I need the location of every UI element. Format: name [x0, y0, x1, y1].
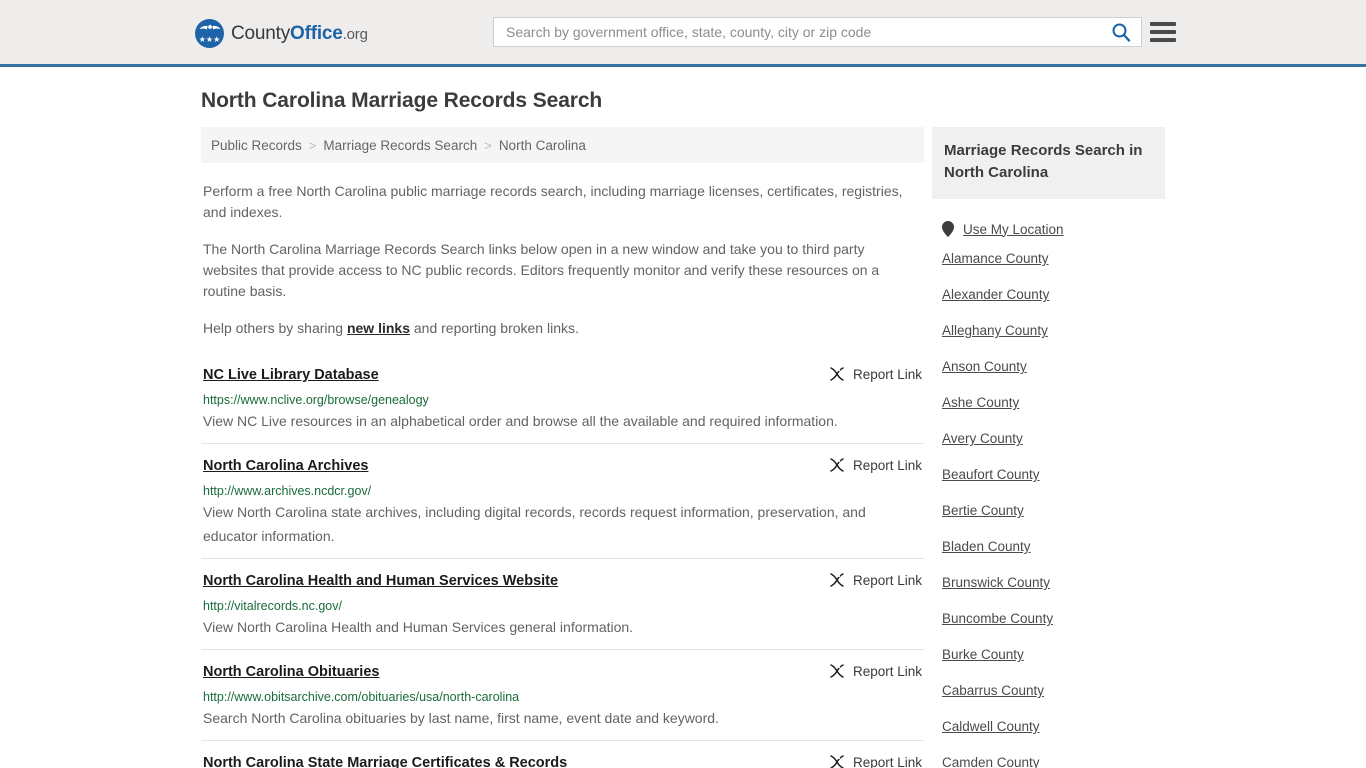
hamburger-menu-icon[interactable]	[1150, 21, 1176, 43]
content-wrapper: Public Records > Marriage Records Search…	[193, 127, 1173, 768]
brand-office-text: Office	[290, 22, 343, 44]
brand-wordmark: CountyOffice.org	[231, 23, 368, 45]
hamburger-bar	[1150, 38, 1176, 42]
hamburger-bar	[1150, 22, 1176, 26]
county-list: Alamance County Alexander County Allegha…	[932, 237, 1165, 768]
list-item: North Carolina State Marriage Certificat…	[201, 740, 924, 768]
resource-link-list: NC Live Library Database Report Link htt…	[201, 357, 924, 768]
list-item: North Carolina Health and Human Services…	[201, 558, 924, 649]
link-header: NC Live Library Database Report Link	[203, 365, 922, 385]
county-link-brunswick[interactable]: Brunswick County	[932, 575, 1165, 591]
link-header: North Carolina State Marriage Certificat…	[203, 753, 922, 768]
resource-link-title[interactable]: NC Live Library Database	[203, 365, 379, 385]
resource-description: Search North Carolina obituaries by last…	[203, 710, 719, 726]
report-link-label: Report Link	[852, 572, 922, 588]
intro-text: Perform a free North Carolina public mar…	[201, 181, 924, 339]
list-item: NC Live Library Database Report Link htt…	[201, 357, 924, 443]
page-body: North Carolina Marriage Records Search P…	[0, 67, 1366, 768]
county-link-caldwell[interactable]: Caldwell County	[932, 719, 1165, 735]
breadcrumb-item-marriage-records-search[interactable]: Marriage Records Search	[323, 138, 477, 153]
brand-county-text: County	[231, 22, 291, 44]
broken-link-icon	[830, 457, 844, 472]
logo-stars: ★★★	[198, 35, 221, 44]
sidebar-heading: Marriage Records Search in North Carolin…	[932, 127, 1165, 199]
brand-org-text: .org	[342, 25, 368, 43]
county-link-bertie[interactable]: Bertie County	[932, 503, 1165, 519]
sidebar: Marriage Records Search in North Carolin…	[924, 127, 1165, 768]
intro-paragraph-3: Help others by sharing new links and rep…	[203, 318, 922, 339]
report-link-label: Report Link	[852, 457, 922, 473]
breadcrumb: Public Records > Marriage Records Search…	[201, 127, 924, 163]
resource-link-title[interactable]: North Carolina Archives	[203, 456, 368, 476]
new-links-link[interactable]: new links	[347, 320, 410, 336]
report-link-label: Report Link	[852, 366, 922, 382]
report-link-label: Report Link	[852, 754, 922, 768]
broken-link-icon	[830, 572, 844, 587]
intro-paragraph-1: Perform a free North Carolina public mar…	[203, 183, 903, 220]
intro-p3-after: and reporting broken links.	[410, 320, 579, 336]
use-my-location-label: Use My Location	[963, 221, 1064, 237]
report-link-button[interactable]: Report Link	[829, 571, 922, 588]
search-bar	[493, 17, 1142, 47]
county-link-alamance[interactable]: Alamance County	[932, 251, 1165, 267]
search-button[interactable]	[1101, 18, 1141, 46]
eagle-seal-icon: ★★★	[195, 19, 224, 48]
resource-url[interactable]: http://www.obitsarchive.com/obituaries/u…	[203, 689, 922, 705]
resource-description: View North Carolina state archives, incl…	[203, 504, 866, 544]
county-link-avery[interactable]: Avery County	[932, 431, 1165, 447]
use-my-location-button[interactable]: Use My Location	[932, 199, 1165, 237]
county-link-alleghany[interactable]: Alleghany County	[932, 323, 1165, 339]
county-link-burke[interactable]: Burke County	[932, 647, 1165, 663]
broken-link-icon	[830, 366, 844, 381]
report-link-button[interactable]: Report Link	[829, 753, 922, 768]
site-header: ★★★ CountyOffice.org	[0, 0, 1366, 67]
resource-url[interactable]: http://vitalrecords.nc.gov/	[203, 598, 922, 614]
intro-p3-before: Help others by sharing	[203, 320, 347, 336]
breadcrumb-item-north-carolina: North Carolina	[498, 137, 586, 153]
report-link-label: Report Link	[852, 663, 922, 679]
breadcrumb-separator: >	[308, 137, 317, 153]
report-link-button[interactable]: Report Link	[829, 365, 922, 382]
breadcrumb-item-public-records[interactable]: Public Records	[211, 138, 302, 153]
county-link-ashe[interactable]: Ashe County	[932, 395, 1165, 411]
list-item: North Carolina Archives Report Link http…	[201, 443, 924, 558]
resource-link-title[interactable]: North Carolina Health and Human Services…	[203, 571, 558, 591]
resource-description: View NC Live resources in an alphabetica…	[203, 413, 838, 429]
intro-paragraph-2: The North Carolina Marriage Records Sear…	[203, 241, 880, 299]
breadcrumb-separator: >	[484, 137, 492, 153]
search-input[interactable]	[494, 18, 1101, 46]
county-link-anson[interactable]: Anson County	[932, 359, 1165, 375]
county-link-bladen[interactable]: Bladen County	[932, 539, 1165, 555]
county-link-beaufort[interactable]: Beaufort County	[932, 467, 1165, 483]
resource-url[interactable]: http://www.archives.ncdcr.gov/	[203, 483, 922, 499]
broken-link-icon	[830, 663, 844, 678]
resource-url[interactable]: https://www.nclive.org/browse/genealogy	[203, 392, 922, 408]
link-header: North Carolina Archives Report Link	[203, 456, 922, 476]
county-link-camden[interactable]: Camden County	[932, 755, 1165, 768]
map-pin-icon	[942, 221, 954, 237]
page-title: North Carolina Marriage Records Search	[201, 89, 603, 112]
hamburger-bar	[1150, 30, 1176, 34]
resource-description: View North Carolina Health and Human Ser…	[203, 619, 634, 635]
search-icon	[1112, 23, 1131, 42]
list-item: North Carolina Obituaries Report Link ht…	[201, 649, 924, 740]
report-link-button[interactable]: Report Link	[829, 662, 922, 679]
report-link-button[interactable]: Report Link	[829, 456, 922, 473]
county-link-cabarrus[interactable]: Cabarrus County	[932, 683, 1165, 699]
broken-link-icon	[830, 754, 844, 768]
resource-link-title[interactable]: North Carolina State Marriage Certificat…	[203, 753, 567, 768]
main-column: Public Records > Marriage Records Search…	[193, 127, 924, 768]
link-header: North Carolina Obituaries Report Link	[203, 662, 922, 682]
link-header: North Carolina Health and Human Services…	[203, 571, 922, 591]
resource-link-title[interactable]: North Carolina Obituaries	[203, 662, 379, 682]
county-link-alexander[interactable]: Alexander County	[932, 287, 1165, 303]
site-logo[interactable]: ★★★ CountyOffice.org	[195, 19, 368, 48]
county-link-buncombe[interactable]: Buncombe County	[932, 611, 1165, 627]
